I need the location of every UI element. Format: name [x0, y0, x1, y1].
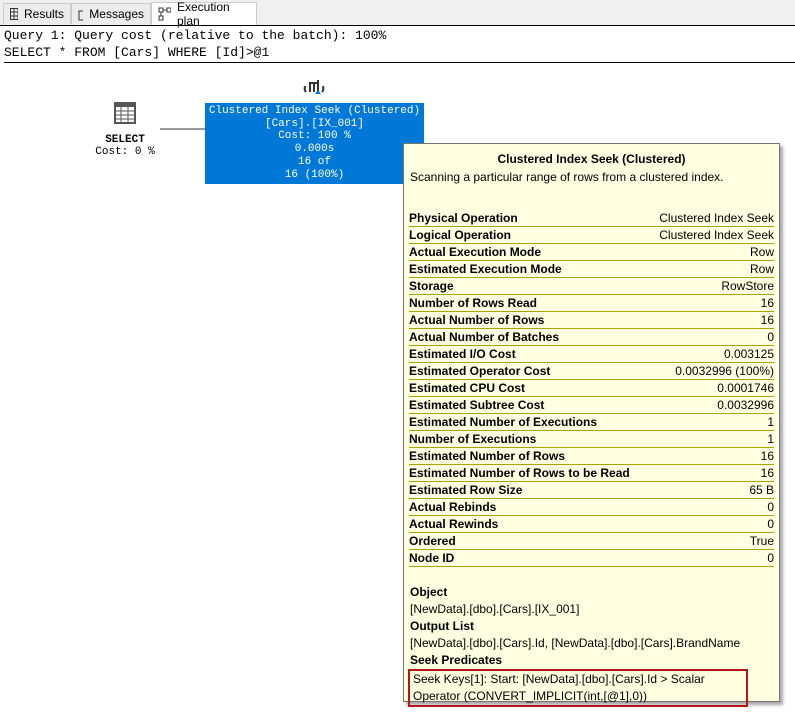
object-value: [NewData].[dbo].[Cars].[IX_001] — [410, 602, 580, 616]
property-row: Number of Rows Read 16 — [409, 295, 774, 312]
property-value: 0.0001746 — [717, 381, 774, 395]
property-name: Estimated CPU Cost — [409, 381, 526, 395]
property-value: RowStore — [721, 279, 774, 293]
property-value: 16 — [760, 449, 774, 463]
property-value: Clustered Index Seek — [659, 211, 774, 225]
property-value: 16 — [760, 466, 774, 480]
table-icon — [114, 102, 136, 124]
property-row: Actual Number of Batches 0 — [409, 329, 774, 346]
property-row: Actual Execution Mode Row — [409, 244, 774, 261]
query-header: Query 1: Query cost (relative to the bat… — [4, 27, 386, 61]
property-row: Estimated Execution Mode Row — [409, 261, 774, 278]
tab-bar: Results Messages Execution plan — [0, 0, 795, 28]
seek-predicates-value: Seek Keys[1]: Start: [NewData].[dbo].[Ca… — [408, 669, 748, 707]
property-value: 65 B — [749, 483, 774, 497]
index-seek-icon — [303, 80, 325, 94]
grid-icon — [10, 8, 18, 20]
output-list-label: Output List — [410, 619, 474, 633]
property-name: Estimated Row Size — [409, 483, 523, 497]
property-value: 16 — [760, 296, 774, 310]
property-row: Estimated Number of Rows 16 — [409, 448, 774, 465]
property-name: Logical Operation — [409, 228, 512, 242]
property-name: Estimated Number of Executions — [409, 415, 598, 429]
property-row: Actual Rebinds 0 — [409, 499, 774, 516]
property-value: 1 — [767, 432, 774, 446]
property-name: Estimated Number of Rows — [409, 449, 566, 463]
property-name: Estimated Subtree Cost — [409, 398, 545, 412]
property-row: Ordered True — [409, 533, 774, 550]
property-value: 0 — [767, 551, 774, 565]
property-name: Storage — [409, 279, 454, 293]
property-name: Actual Number of Rows — [409, 313, 545, 327]
operator-tooltip: Clustered Index Seek (Clustered) Scannin… — [403, 143, 780, 707]
property-name: Actual Execution Mode — [409, 245, 542, 259]
query-text: SELECT * FROM [Cars] WHERE [Id]>@1 — [4, 45, 270, 60]
property-name: Ordered — [409, 534, 456, 548]
property-name: Estimated Execution Mode — [409, 262, 562, 276]
query-cost: Query 1: Query cost (relative to the bat… — [4, 28, 387, 43]
property-row: Estimated Subtree Cost 0.0032996 — [409, 397, 774, 414]
clustered-index-seek-node[interactable]: Clustered Index Seek (Clustered) [Cars].… — [205, 103, 424, 184]
property-name: Estimated Operator Cost — [409, 364, 551, 378]
property-row: Actual Number of Rows 16 — [409, 312, 774, 329]
property-row: Estimated Operator Cost 0.0032996 (100%) — [409, 363, 774, 380]
object-label: Object — [410, 585, 448, 599]
property-value: 0 — [767, 500, 774, 514]
property-value: 0.0032996 — [717, 398, 774, 412]
property-value: 0.0032996 (100%) — [675, 364, 774, 378]
tab-execution-plan[interactable]: Execution plan — [151, 0, 257, 28]
property-name: Actual Rewinds — [409, 517, 499, 531]
property-row: Estimated CPU Cost 0.0001746 — [409, 380, 774, 397]
property-value: 0 — [767, 517, 774, 531]
property-row: Number of Executions 1 — [409, 431, 774, 448]
property-row: Estimated Number of Executions 1 — [409, 414, 774, 431]
property-name: Number of Rows Read — [409, 296, 538, 310]
seek-predicates-label: Seek Predicates — [410, 653, 503, 667]
property-value: 1 — [767, 415, 774, 429]
property-row: Actual Rewinds 0 — [409, 516, 774, 533]
messages-icon — [78, 10, 84, 20]
property-row: Estimated I/O Cost 0.003125 — [409, 346, 774, 363]
divider — [4, 62, 795, 63]
plan-icon — [158, 7, 171, 21]
property-name: Number of Executions — [409, 432, 537, 446]
property-name: Actual Number of Batches — [409, 330, 560, 344]
property-row: Estimated Number of Rows to be Read 16 — [409, 465, 774, 482]
tooltip-description: Scanning a particular range of rows from… — [410, 170, 724, 184]
property-value: Clustered Index Seek — [659, 228, 774, 242]
property-value: True — [749, 534, 774, 548]
property-name: Physical Operation — [409, 211, 518, 225]
property-name: Actual Rebinds — [409, 500, 497, 514]
flow-arrow — [160, 128, 205, 130]
property-row: Node ID 0 — [409, 550, 774, 567]
tooltip-title: Clustered Index Seek (Clustered) — [497, 152, 686, 166]
property-row: Logical Operation Clustered Index Seek — [409, 227, 774, 244]
property-name: Node ID — [409, 551, 455, 565]
tab-messages[interactable]: Messages — [71, 3, 151, 24]
property-name: Estimated I/O Cost — [409, 347, 516, 361]
property-value: 0 — [767, 330, 774, 344]
property-row: Physical Operation Clustered Index Seek — [409, 210, 774, 227]
tab-results[interactable]: Results — [3, 3, 71, 24]
property-row: Storage RowStore — [409, 278, 774, 295]
property-name: Estimated Number of Rows to be Read — [409, 466, 630, 480]
property-value: 0.003125 — [723, 347, 774, 361]
property-value: Row — [749, 245, 774, 259]
property-value: 16 — [760, 313, 774, 327]
property-value: Row — [749, 262, 774, 276]
select-node[interactable]: SELECT Cost: 0 % — [80, 102, 170, 158]
property-row: Estimated Row Size 65 B — [409, 482, 774, 499]
output-list-value: [NewData].[dbo].[Cars].Id, [NewData].[db… — [410, 636, 741, 650]
